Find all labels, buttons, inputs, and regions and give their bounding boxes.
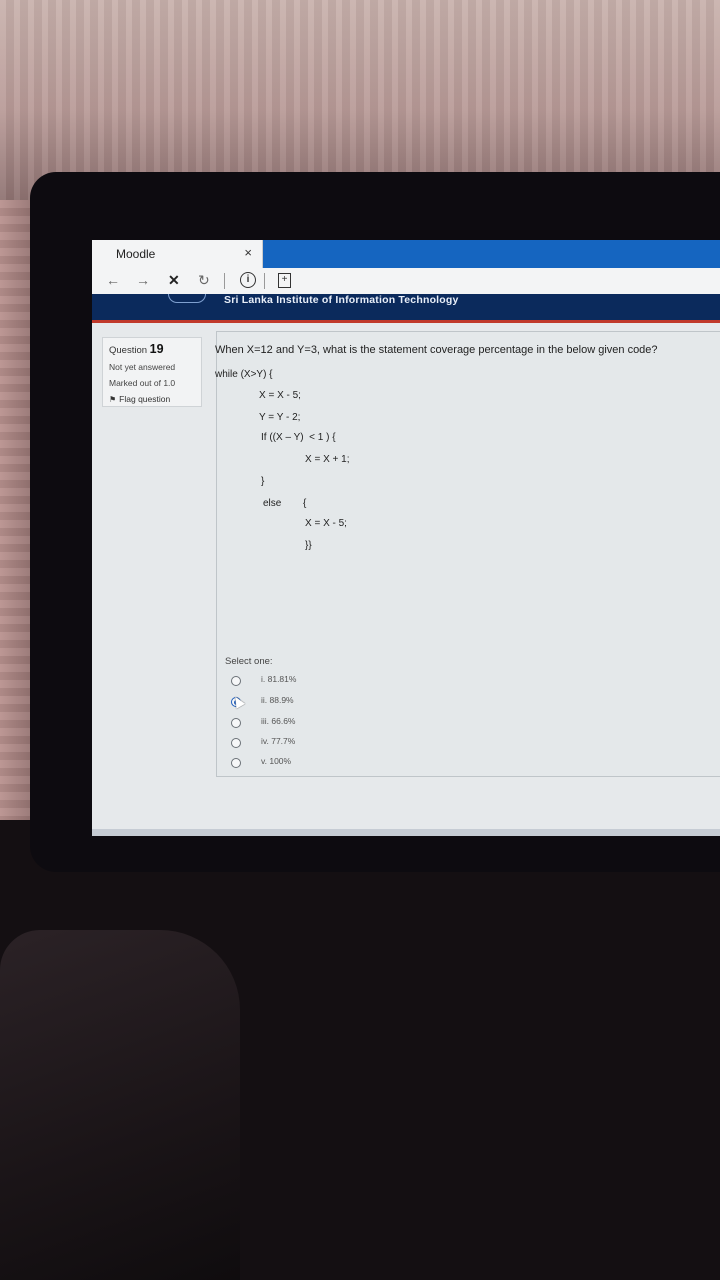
toolbar-divider	[224, 273, 225, 289]
flag-icon: ⚑	[109, 395, 117, 404]
answer-label: iv. 77.7%	[261, 736, 296, 746]
site-name[interactable]: Sri Lanka Institute of Information Techn…	[224, 294, 459, 306]
answer-option[interactable]: ii. 88.9%	[231, 695, 351, 711]
question-number-line: Question 19	[109, 342, 195, 356]
question-number: 19	[149, 342, 164, 356]
code-line: while (X>Y) {	[215, 369, 273, 380]
select-one-label: Select one:	[225, 656, 273, 667]
question-state: Not yet answered	[109, 362, 176, 372]
question-label: Question	[109, 345, 148, 356]
question-formulation: When X=12 and Y=3, what is the statement…	[215, 331, 720, 777]
background-chair	[0, 930, 240, 1280]
quiz-content: Question 19 Not yet answered Marked out …	[92, 323, 720, 836]
answer-radio[interactable]	[231, 758, 241, 768]
flag-question-link[interactable]: ⚑ Flag question	[109, 394, 195, 404]
answer-option[interactable]: i. 81.81%	[231, 674, 351, 690]
code-line: {	[303, 498, 307, 509]
answer-radio[interactable]	[231, 738, 241, 748]
tab-close-icon[interactable]: ×	[244, 245, 252, 260]
flag-question-label: Flag question	[119, 394, 171, 404]
code-line: Y = Y - 2;	[259, 412, 301, 423]
answer-label: i. 81.81%	[261, 674, 297, 684]
question-grade: Marked out of 1.0	[109, 378, 176, 388]
answer-radio[interactable]	[231, 718, 241, 728]
back-arrow-icon[interactable]: ←	[106, 272, 120, 288]
code-line: If ((X – Y) < 1 ) {	[261, 432, 336, 443]
answer-option[interactable]: iii. 66.6%	[231, 716, 351, 732]
reload-icon[interactable]: ↻	[198, 272, 210, 289]
answer-label: v. 100%	[261, 756, 292, 766]
screen: Moodle × ← → ✕ ↻ i + Sri Lanka Institute…	[92, 240, 720, 836]
browser-tab-bar: Moodle ×	[92, 240, 720, 268]
page-bottom-strip	[92, 829, 720, 836]
forward-arrow-icon[interactable]: →	[136, 272, 150, 288]
browser-tab[interactable]: Moodle ×	[92, 240, 263, 268]
answer-option[interactable]: v. 100%	[231, 756, 351, 772]
stop-icon[interactable]: ✕	[168, 272, 180, 289]
answer-label: ii. 88.9%	[261, 695, 294, 705]
code-line: }	[261, 476, 265, 487]
code-line: }}	[305, 540, 312, 551]
browser-toolbar: ← → ✕ ↻ i +	[92, 268, 720, 294]
code-line: X = X - 5;	[305, 518, 347, 529]
institute-logo[interactable]	[168, 294, 206, 303]
new-tab-icon[interactable]: +	[278, 273, 291, 288]
toolbar-divider	[264, 273, 265, 289]
question-text: When X=12 and Y=3, what is the statement…	[215, 344, 658, 356]
answer-label: iii. 66.6%	[261, 716, 296, 726]
code-line: X = X + 1;	[305, 454, 350, 465]
question-info-panel: Question 19 Not yet answered Marked out …	[102, 337, 202, 407]
code-line: else	[263, 498, 282, 509]
answer-radio[interactable]	[231, 676, 241, 686]
answer-option[interactable]: iv. 77.7%	[231, 736, 351, 752]
code-line: X = X - 5;	[259, 390, 301, 401]
background-curtain	[0, 0, 720, 200]
info-icon[interactable]: i	[240, 272, 256, 288]
tab-title: Moodle	[116, 247, 156, 261]
site-header: Sri Lanka Institute of Information Techn…	[92, 294, 720, 323]
